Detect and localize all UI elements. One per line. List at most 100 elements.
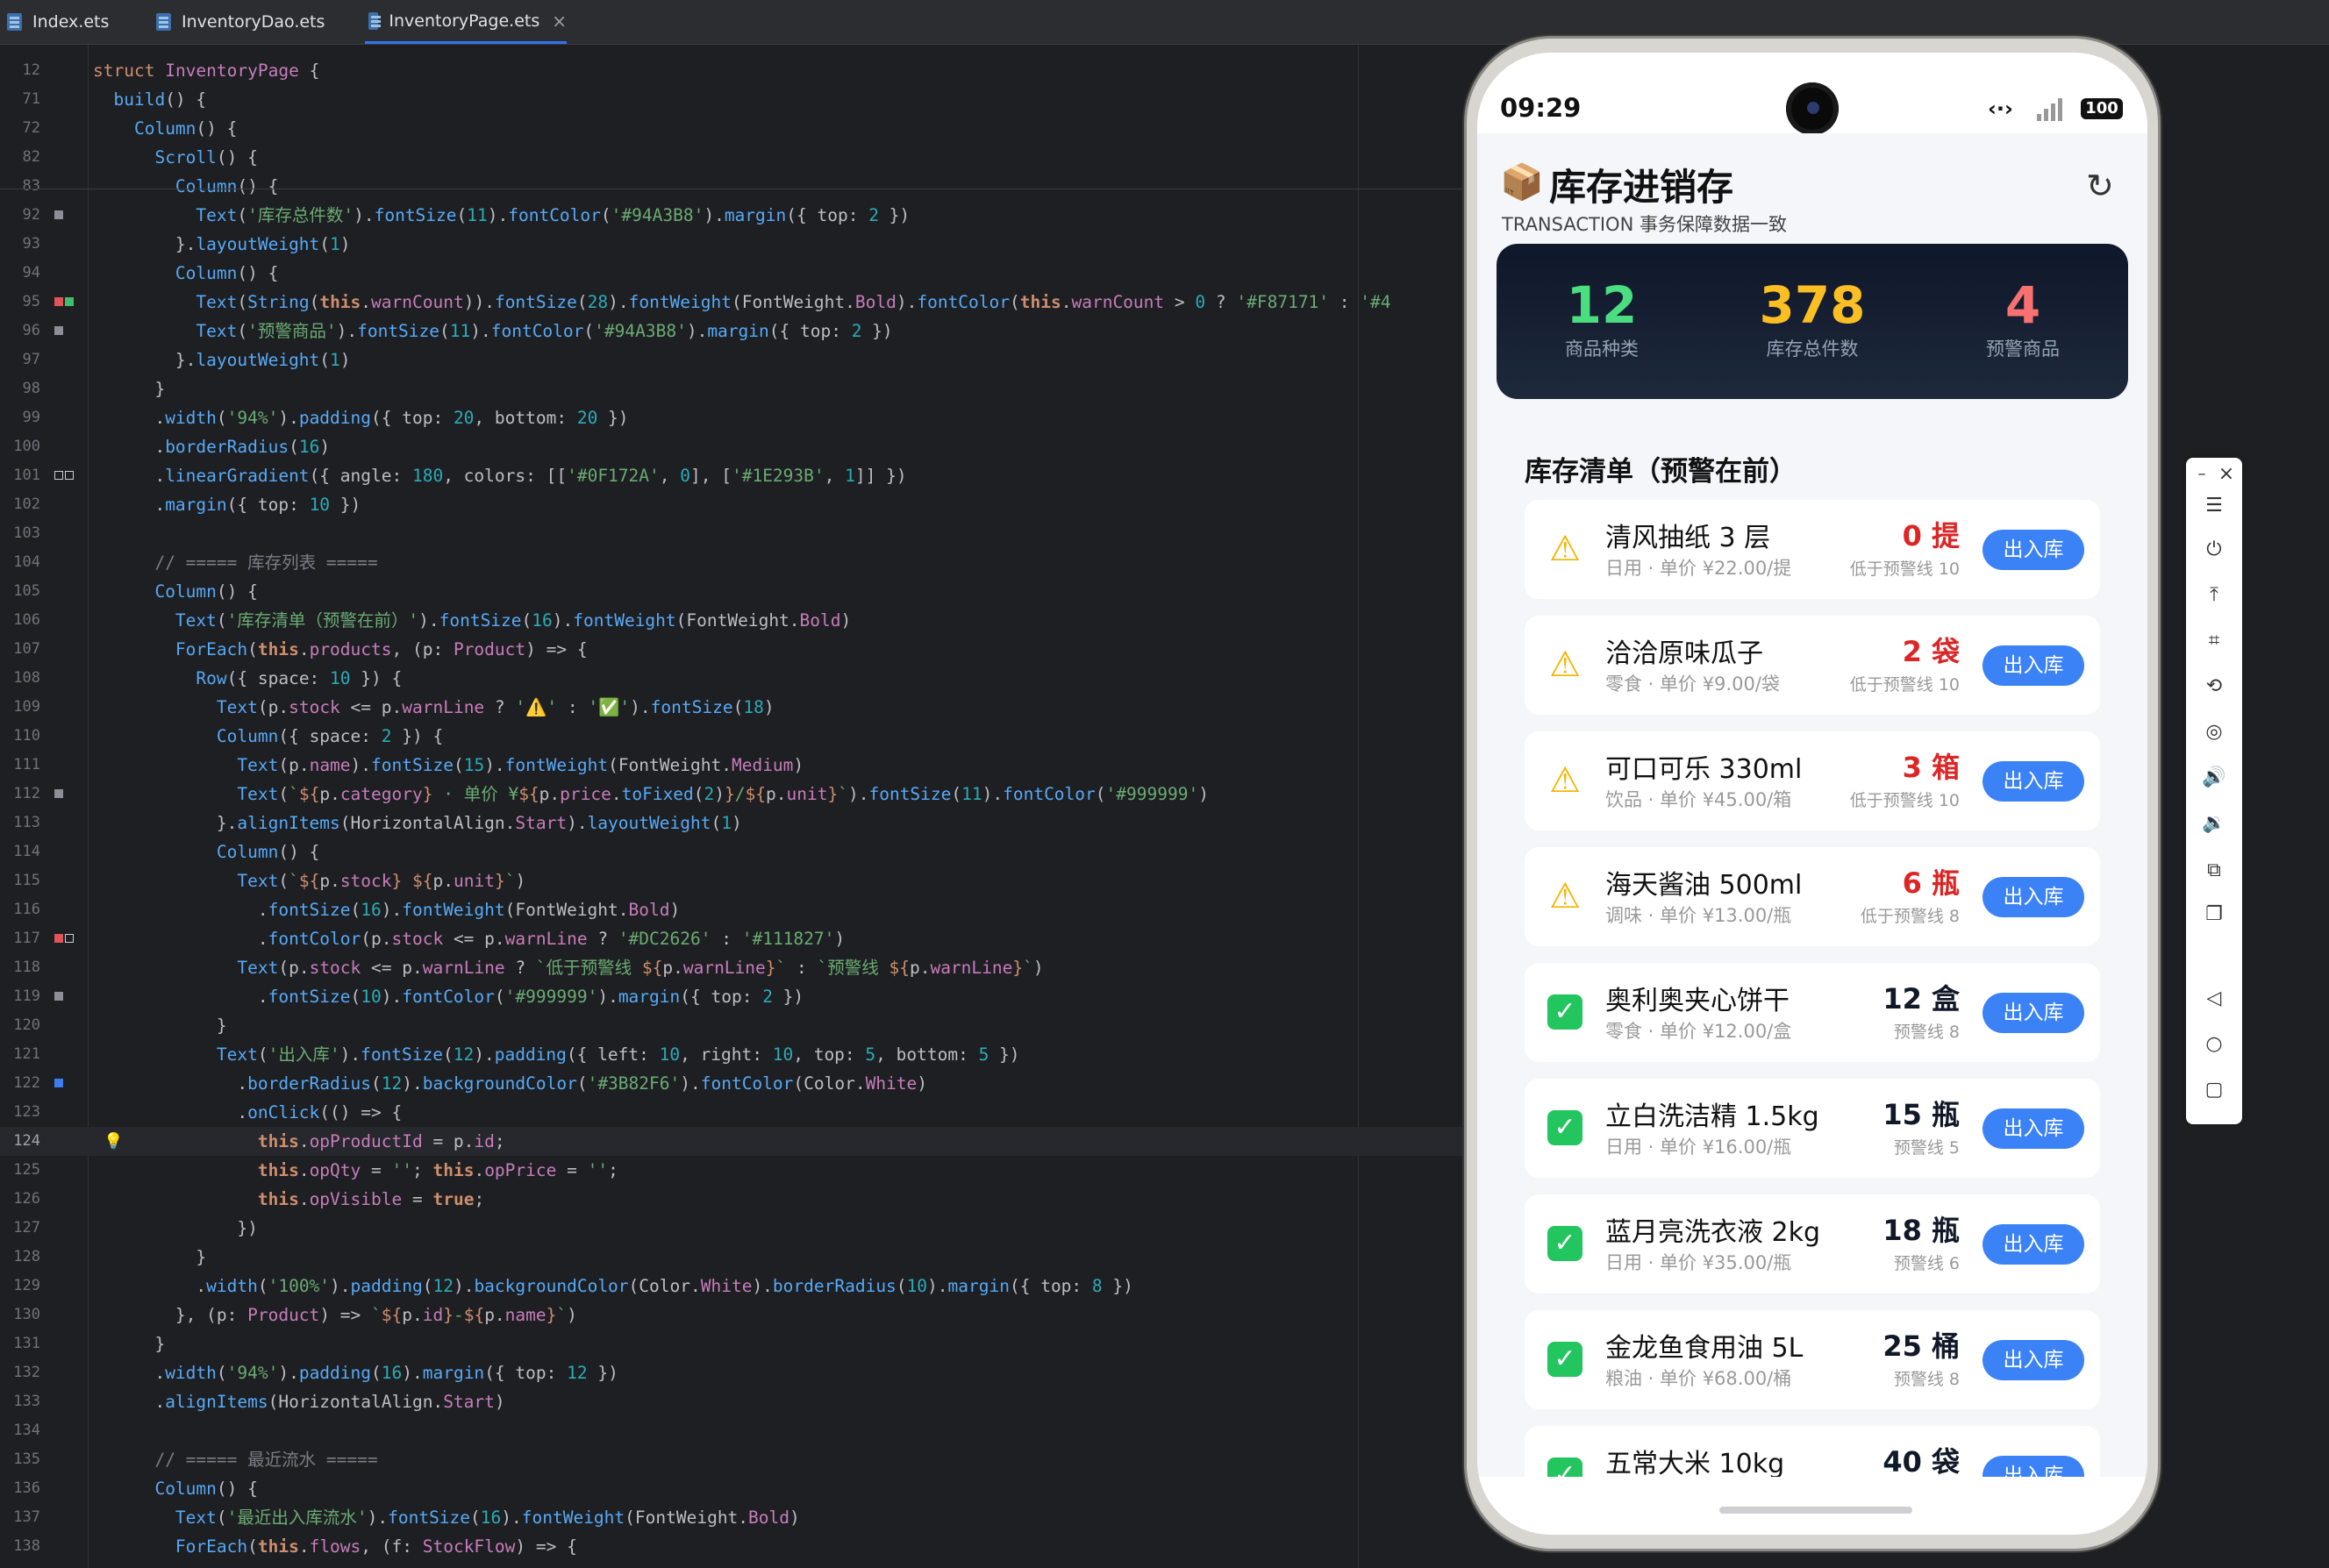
line-number[interactable]: 115 bbox=[0, 866, 40, 895]
fold-icon[interactable]: ⧉ bbox=[2186, 859, 2242, 881]
gutter-marker-icon[interactable] bbox=[54, 789, 63, 798]
line-number[interactable]: 131 bbox=[0, 1329, 40, 1358]
tab-inventory-dao[interactable]: InventoryDao.ets bbox=[153, 0, 325, 44]
code-line[interactable]: 134 bbox=[0, 1416, 1474, 1445]
line-number[interactable]: 121 bbox=[0, 1040, 40, 1069]
code-line[interactable]: 137 Text('最近出入库流水').fontSize(16).fontWei… bbox=[0, 1503, 1474, 1532]
code-line[interactable]: 95 Text(String(this.warnCount)).fontSize… bbox=[0, 288, 1474, 317]
line-number[interactable]: 97 bbox=[0, 346, 40, 374]
recents-icon[interactable]: ▢ bbox=[2186, 1079, 2242, 1101]
code-line[interactable]: 124 💡 this.opProductId = p.id; bbox=[0, 1127, 1474, 1156]
line-number[interactable]: 113 bbox=[0, 809, 40, 837]
code-line[interactable]: 92 Text('库存总件数').fontSize(11).fontColor(… bbox=[0, 201, 1474, 230]
line-number[interactable]: 119 bbox=[0, 982, 40, 1011]
code-line[interactable]: 123 .onClick(() => { bbox=[0, 1098, 1474, 1127]
code-line[interactable]: 111 Text(p.name).fontSize(15).fontWeight… bbox=[0, 751, 1474, 780]
line-number[interactable]: 120 bbox=[0, 1011, 40, 1040]
code-line[interactable]: 107 ForEach(this.products, (p: Product) … bbox=[0, 635, 1474, 664]
code-line[interactable]: 99 .width('94%').padding({ top: 20, bott… bbox=[0, 403, 1474, 432]
code-line[interactable]: 126 this.opVisible = true; bbox=[0, 1185, 1474, 1214]
line-number[interactable]: 111 bbox=[0, 751, 40, 780]
line-number[interactable]: 72 bbox=[0, 114, 40, 143]
line-number[interactable]: 103 bbox=[0, 519, 40, 548]
tab-index-ets[interactable]: Index.ets bbox=[4, 0, 109, 44]
code-line[interactable]: 121 Text('出入库').fontSize(12).padding({ l… bbox=[0, 1040, 1474, 1069]
gutter-marker-icon[interactable] bbox=[54, 471, 63, 480]
line-number[interactable]: 101 bbox=[0, 461, 40, 490]
line-number[interactable]: 102 bbox=[0, 490, 40, 519]
stock-in-out-button[interactable]: 出入库 bbox=[1983, 993, 2084, 1033]
back-icon[interactable]: ◁ bbox=[2186, 987, 2242, 1009]
volume-up-icon[interactable]: 🔊 bbox=[2186, 766, 2242, 788]
stock-in-out-button[interactable]: 出入库 bbox=[1983, 530, 2084, 570]
line-number[interactable]: 138 bbox=[0, 1532, 40, 1561]
gutter-marker-icon[interactable] bbox=[65, 471, 74, 480]
line-number[interactable]: 108 bbox=[0, 664, 40, 693]
upload-icon[interactable]: ⤒ bbox=[2186, 584, 2242, 606]
stock-in-out-button[interactable]: 出入库 bbox=[1983, 1340, 2084, 1380]
line-number[interactable]: 93 bbox=[0, 230, 40, 259]
line-number[interactable]: 117 bbox=[0, 924, 40, 953]
gutter-marker-icon[interactable] bbox=[65, 934, 74, 943]
stock-in-out-button[interactable]: 出入库 bbox=[1983, 1108, 2084, 1149]
gutter-marker-icon[interactable] bbox=[54, 1079, 63, 1087]
code-line[interactable]: 101 .linearGradient({ angle: 180, colors… bbox=[0, 461, 1474, 490]
line-number[interactable]: 134 bbox=[0, 1416, 40, 1445]
line-number[interactable]: 94 bbox=[0, 259, 40, 288]
code-line[interactable]: 105 Column() { bbox=[0, 577, 1474, 606]
line-number[interactable]: 100 bbox=[0, 432, 40, 461]
code-editor[interactable]: 12 struct InventoryPage {71 build() {72 C… bbox=[0, 45, 1474, 1568]
code-line[interactable]: 82 Scroll() { bbox=[0, 143, 1474, 172]
line-number[interactable]: 96 bbox=[0, 317, 40, 346]
code-line[interactable]: 119 .fontSize(10).fontColor('#999999').m… bbox=[0, 982, 1474, 1011]
location-icon[interactable]: ◎ bbox=[2186, 721, 2242, 743]
line-number[interactable]: 92 bbox=[0, 201, 40, 230]
line-number[interactable]: 118 bbox=[0, 953, 40, 982]
line-number[interactable]: 110 bbox=[0, 722, 40, 751]
code-line[interactable]: 130 }, (p: Product) => `${p.id}-${p.name… bbox=[0, 1301, 1474, 1329]
gutter-marker-icon[interactable] bbox=[54, 992, 63, 1001]
multi-screen-icon[interactable]: ❐ bbox=[2186, 903, 2242, 925]
code-line[interactable]: 100 .borderRadius(16) bbox=[0, 432, 1474, 461]
volume-down-icon[interactable]: 🔉 bbox=[2186, 812, 2242, 834]
stock-in-out-button[interactable]: 出入库 bbox=[1983, 761, 2084, 802]
line-number[interactable]: 116 bbox=[0, 895, 40, 924]
code-line[interactable]: 125 this.opQty = ''; this.opPrice = ''; bbox=[0, 1156, 1474, 1185]
line-number[interactable]: 129 bbox=[0, 1272, 40, 1301]
close-icon[interactable]: × bbox=[2198, 463, 2254, 485]
line-number[interactable]: 135 bbox=[0, 1445, 40, 1474]
gutter-marker-icon[interactable] bbox=[54, 934, 63, 943]
tab-inventory-page[interactable]: InventoryPage.ets × bbox=[365, 0, 567, 44]
code-line[interactable]: 108 Row({ space: 10 }) { bbox=[0, 664, 1474, 693]
code-line[interactable]: 138 ForEach(this.flows, (f: StockFlow) =… bbox=[0, 1532, 1474, 1561]
line-number[interactable]: 106 bbox=[0, 606, 40, 635]
code-line[interactable]: 129 .width('100%').padding(12).backgroun… bbox=[0, 1272, 1474, 1301]
code-line[interactable]: 94 Column() { bbox=[0, 259, 1474, 288]
code-line[interactable]: 106 Text('库存清单（预警在前）').fontSize(16).font… bbox=[0, 606, 1474, 635]
code-line[interactable]: 115 Text(`${p.stock} ${p.unit}`) bbox=[0, 866, 1474, 895]
gutter-marker-icon[interactable] bbox=[54, 210, 63, 219]
line-number[interactable]: 12 bbox=[0, 56, 40, 85]
code-line[interactable]: 109 Text(p.stock <= p.warnLine ? '⚠️' : … bbox=[0, 693, 1474, 722]
line-number[interactable]: 122 bbox=[0, 1069, 40, 1098]
code-line[interactable]: 132 .width('94%').padding(16).margin({ t… bbox=[0, 1358, 1474, 1387]
stock-in-out-button[interactable]: 出入库 bbox=[1983, 645, 2084, 686]
line-number[interactable]: 83 bbox=[0, 172, 40, 201]
crop-icon[interactable]: ⌗ bbox=[2186, 630, 2242, 652]
code-line[interactable]: 96 Text('预警商品').fontSize(11).fontColor('… bbox=[0, 317, 1474, 346]
line-number[interactable]: 127 bbox=[0, 1214, 40, 1243]
line-number[interactable]: 105 bbox=[0, 577, 40, 606]
gutter-marker-icon[interactable] bbox=[54, 297, 63, 306]
line-number[interactable]: 132 bbox=[0, 1358, 40, 1387]
line-number[interactable]: 137 bbox=[0, 1503, 40, 1532]
code-line[interactable]: 131 } bbox=[0, 1329, 1474, 1358]
code-line[interactable]: 136 Column() { bbox=[0, 1474, 1474, 1503]
code-line[interactable]: 72 Column() { bbox=[0, 114, 1474, 143]
code-line[interactable]: 102 .margin({ top: 10 }) bbox=[0, 490, 1474, 519]
home-indicator[interactable] bbox=[1719, 1507, 1912, 1514]
line-number[interactable]: 112 bbox=[0, 780, 40, 809]
line-number[interactable]: 109 bbox=[0, 693, 40, 722]
code-line[interactable]: 98 } bbox=[0, 374, 1474, 403]
gutter-marker-icon[interactable] bbox=[65, 297, 74, 306]
code-line[interactable]: 83 Column() { bbox=[0, 172, 1474, 201]
